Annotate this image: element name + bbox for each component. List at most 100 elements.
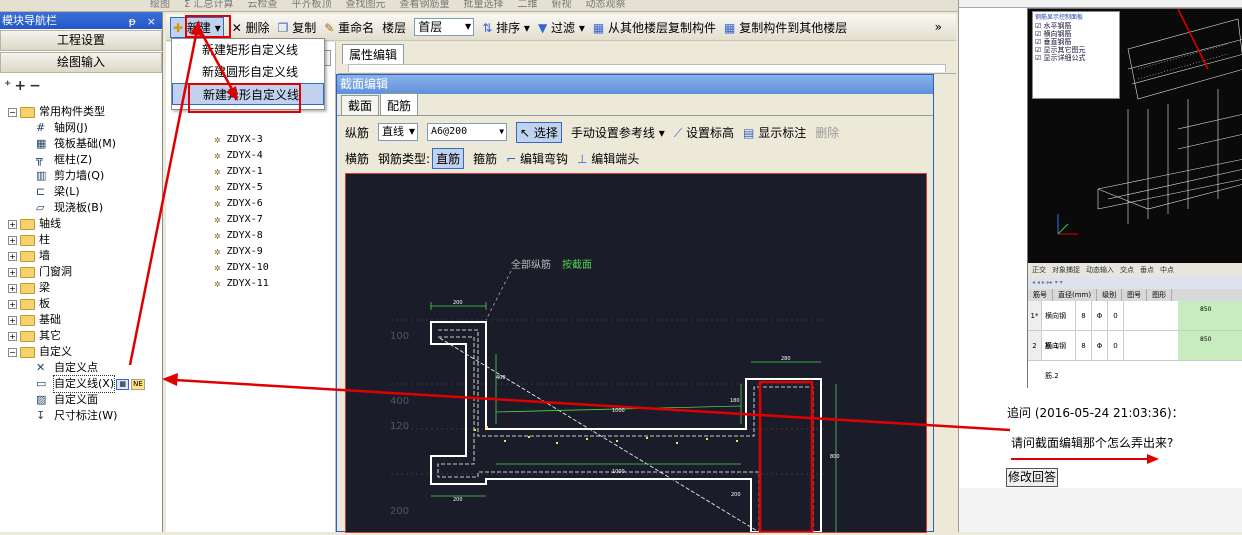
tree-item[interactable]: + 墙 [0,248,162,264]
stirrup-button[interactable]: 箍筋 [473,150,497,167]
delete-rebar-button[interactable]: 删除 [815,124,839,141]
expand-icon[interactable]: + [8,315,17,325]
embedded-toolbar-item[interactable]: 动态输入 [1086,266,1114,274]
list-item[interactable]: ✲ ZDYX-5 [166,180,335,196]
top-toolbar-item[interactable]: 平齐板顶 [292,0,332,10]
tab-section[interactable]: 截面 [341,95,380,115]
expand-icon[interactable]: + [8,251,17,261]
copy-to-floor-button[interactable]: ▦ 复制构件到其他楼层 [724,19,847,36]
select-button[interactable]: ↖ 选择 [516,121,562,143]
collapse-all-icon[interactable]: − [29,78,44,94]
more-icon[interactable]: » [935,20,942,34]
top-toolbar-item[interactable]: 绘图 [150,0,170,10]
checkbox-icon[interactable]: ☑ [1035,46,1044,54]
expand-icon[interactable]: + [8,235,17,245]
menu-new-rect-line[interactable]: 新建矩形自定义线 [172,39,324,61]
checkbox-icon[interactable]: ☑ [1035,22,1044,30]
project-settings-button[interactable]: 工程设置 [0,30,162,51]
tree-item[interactable]: + 板 [0,296,162,312]
list-item[interactable]: ✲ ZDYX-11 [166,276,335,292]
tree-item[interactable]: + 柱 [0,232,162,248]
legend-item[interactable]: ☑ 水平钢筋 [1035,22,1117,30]
tree-item[interactable]: ▦ 筏板基础(M) [0,136,162,152]
list-item[interactable]: ✲ ZDYX-6 [166,196,335,212]
embedded-toolbar-item[interactable]: 垂点 [1140,266,1154,274]
list-item[interactable]: ✲ ZDYX-7 [166,212,335,228]
top-toolbar-item[interactable]: 查找图元 [346,0,386,10]
tree-item[interactable]: ✕ 自定义点 [0,360,162,376]
tree-item[interactable]: + 轴线 [0,216,162,232]
legend-item[interactable]: ☑ 显示详细公式 [1035,54,1117,62]
checkbox-icon[interactable]: ☑ [1035,38,1044,46]
list-item[interactable]: ✲ ZDYX-9 [166,244,335,260]
grid-view-icon[interactable]: ▦ [116,378,130,390]
rename-button[interactable]: ✎ 重命名 [324,19,374,36]
expand-icon[interactable]: + [8,299,17,309]
embedded-toolbar-item[interactable]: 交点 [1120,266,1134,274]
tree-item[interactable]: ▨ 自定义面 [0,392,162,408]
straight-rebar-button[interactable]: 直筋 [432,147,465,169]
delete-button[interactable]: ✕ 删除 [232,19,270,36]
legend-item[interactable]: ☑ 横向钢筋 [1035,30,1117,38]
edit-answer-button[interactable]: 修改回答 [1006,468,1058,487]
checkbox-icon[interactable]: ☑ [1035,30,1044,38]
top-toolbar-item[interactable]: 二维 [518,0,538,10]
tree-item[interactable]: ▥ 剪力墙(Q) [0,168,162,184]
expand-icon[interactable]: + [8,219,17,229]
list-item[interactable]: ✲ ZDYX-10 [166,260,335,276]
checkbox-icon[interactable]: ☑ [1035,54,1044,62]
top-toolbar-item[interactable]: 云检查 [248,0,278,10]
list-item[interactable]: ✲ ZDYX-1 [166,164,335,180]
close-icon[interactable]: × [147,13,156,30]
spec-select[interactable]: A6@200 ▼ [427,123,508,141]
legend-item[interactable]: ☑ 显示其它图元 [1035,46,1117,54]
top-toolbar-item[interactable]: 俯视 [552,0,572,10]
expand-all-icon[interactable]: ⁺+ [4,78,29,94]
tree-item[interactable]: − 常用构件类型 [0,104,162,120]
copy-from-floor-button[interactable]: ▦ 从其他楼层复制构件 [593,19,716,36]
show-mark-button[interactable]: ▤ 显示标注 [743,124,806,141]
legend-item[interactable]: ☑ 垂直钢筋 [1035,38,1117,46]
section-drawing-canvas[interactable]: 全部纵筋 按截面 200 280 400 1000 1000 200 200 1… [345,173,927,534]
expand-collapse-tools[interactable]: ⁺+− [0,74,162,98]
tree-item[interactable]: + 其它 [0,328,162,344]
tab-property-edit[interactable]: 属性编辑 [342,44,405,64]
tree-item[interactable]: − 自定义 [0,344,162,360]
tree-item[interactable]: + 梁 [0,280,162,296]
tree-item[interactable]: # 轴网(J) [0,120,162,136]
list-item[interactable]: ✲ ZDYX-4 [166,148,335,164]
top-toolbar-item[interactable]: Σ 汇总计算 [184,0,234,10]
by-section-label[interactable]: 按截面 [562,258,592,271]
expand-icon[interactable]: + [8,267,17,277]
edit-hook-button[interactable]: ⌐ 编辑弯钩 [506,150,568,167]
collapse-icon[interactable]: − [8,347,17,357]
floor-select[interactable]: 首层 ▼ [414,18,475,36]
list-item[interactable]: ✲ ZDYX-3 [166,132,335,148]
set-elevation-button[interactable]: ⟋ 设置标高 [674,124,734,141]
drawing-input-button[interactable]: 绘图输入 [0,52,162,73]
expand-icon[interactable]: + [8,331,17,341]
collapse-icon[interactable]: − [8,107,17,117]
menu-new-circle-line[interactable]: 新建圆形自定义线 [172,61,324,83]
sort-button[interactable]: ⇅ 排序 ▾ [482,19,530,36]
top-toolbar-item[interactable]: 批量选择 [464,0,504,10]
embedded-toolbar-item[interactable]: 中点 [1160,266,1174,274]
section-drawing[interactable]: 全部纵筋 按截面 200 280 400 1000 1000 200 200 1… [346,174,926,534]
tree-item[interactable]: ⊏ 梁(L) [0,184,162,200]
table-row[interactable]: 2 横向钢筋.2 8 Φ 0 850 [1028,331,1242,380]
embedded-toolbar-item[interactable]: 正交 [1032,266,1046,274]
top-toolbar-item[interactable]: 查看钢筋量 [400,0,450,10]
filter-button[interactable]: ▼ 过滤 ▾ [538,19,585,36]
shape-select[interactable]: 直线 ▼ [378,123,419,141]
tab-rebar[interactable]: 配筋 [380,93,419,115]
list-item[interactable]: ✲ ZDYX-8 [166,228,335,244]
top-toolbar-item[interactable]: 动态观察 [586,0,626,10]
tree-item[interactable]: + 基础 [0,312,162,328]
expand-icon[interactable]: + [8,283,17,293]
embedded-toolbar-item[interactable]: 对象捕捉 [1052,266,1080,274]
tree-item[interactable]: ╦ 框柱(Z) [0,152,162,168]
copy-button[interactable]: ❐ 复制 [278,19,317,36]
reference-line-select[interactable]: 手动设置参考线 ▾ [571,124,665,141]
edit-end-button[interactable]: ⊥ 编辑端头 [577,150,639,167]
tree-item[interactable]: + 门窗洞 [0,264,162,280]
